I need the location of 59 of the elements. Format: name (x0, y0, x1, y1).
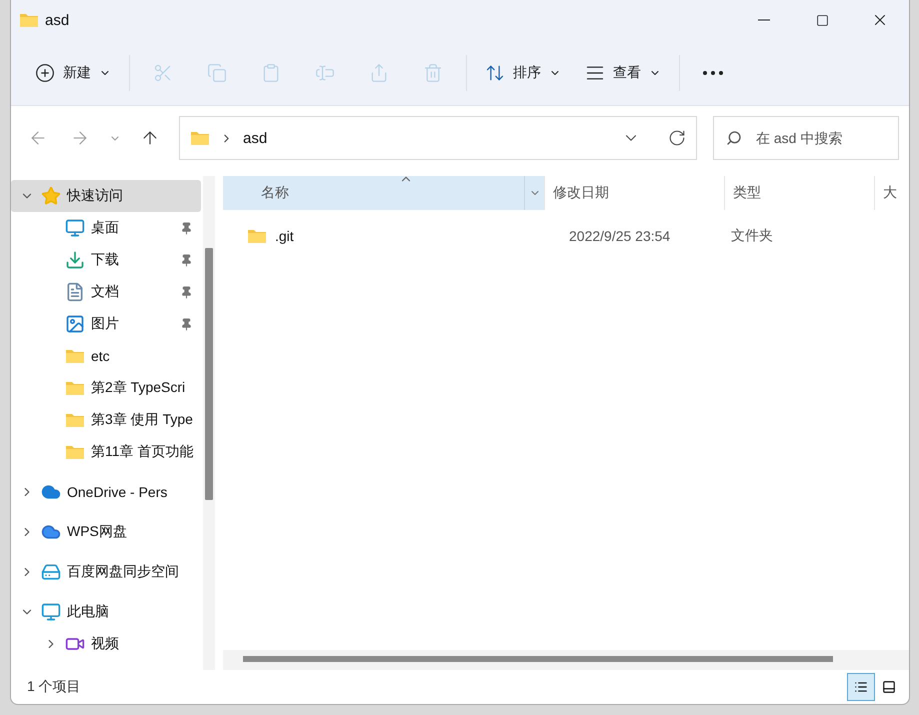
sidebar-item[interactable]: 百度网盘同步空间 (11, 556, 201, 588)
scissors-icon (153, 62, 173, 82)
computer-icon (41, 602, 61, 622)
folder-icon (190, 130, 210, 146)
maximize-icon (816, 14, 828, 26)
folder-icon (65, 348, 85, 364)
clipboard-icon (261, 62, 281, 82)
file-name[interactable]: .git (223, 228, 545, 244)
sidebar-item[interactable]: WPS网盘 (11, 516, 201, 548)
document-icon (65, 282, 85, 302)
new-button[interactable]: 新建 (25, 52, 121, 92)
sidebar-item[interactable]: etc (11, 340, 201, 372)
view-button[interactable]: 查看 (575, 52, 671, 92)
sidebar-item[interactable]: 文档 (11, 276, 201, 308)
sidebar-item[interactable]: 桌面 (11, 212, 201, 244)
sidebar-item[interactable]: 快速访问 (11, 180, 201, 212)
share-icon (369, 62, 389, 82)
column-header[interactable]: 类型 (725, 176, 875, 210)
download-icon (65, 250, 85, 270)
search-field[interactable]: 在 asd 中搜索 (713, 116, 899, 160)
scrollbar-thumb[interactable] (243, 656, 833, 662)
minimize-icon (758, 19, 770, 21)
plus-icon (35, 62, 55, 82)
column-header[interactable]: 大 (875, 176, 909, 210)
desktop-icon (65, 218, 85, 238)
folder-icon (247, 228, 267, 244)
folder-icon (19, 12, 39, 28)
sidebar-item[interactable]: 此电脑 (11, 596, 201, 628)
tiles-icon (882, 679, 896, 695)
file-type: 文件夹 (730, 227, 774, 245)
search-icon (726, 130, 742, 146)
window-title: asd (45, 12, 70, 28)
folder-icon (65, 412, 85, 428)
copy-icon (207, 62, 227, 82)
column-header[interactable]: 修改日期 (545, 176, 725, 210)
sidebar-item[interactable]: 图片 (11, 308, 201, 340)
item-count: 1 个项目 (27, 678, 82, 696)
folder-icon (65, 380, 85, 396)
details-view-button[interactable] (847, 673, 875, 701)
picture-icon (65, 314, 85, 334)
sidebar-item[interactable]: 第3章 使用 Type (11, 404, 201, 436)
drive-icon (41, 562, 61, 582)
address-bar[interactable]: asd (179, 116, 697, 160)
path-segment[interactable]: asd (243, 130, 612, 146)
more-icon (703, 70, 723, 74)
refresh-icon[interactable] (668, 129, 686, 147)
column-header[interactable]: 名称 (223, 176, 545, 210)
sidebar-item[interactable]: 视频 (11, 628, 201, 660)
sort-arrows-icon (485, 62, 505, 82)
sidebar-item[interactable]: 第2章 TypeScri (11, 372, 201, 404)
folder-icon (65, 444, 85, 460)
modified-date: 2022/9/25 23:54 (568, 228, 672, 244)
sort-button[interactable]: 排序 (475, 52, 571, 92)
trash-icon (423, 62, 443, 82)
sidebar-item[interactable]: 第11章 首页功能 (11, 436, 201, 468)
sidebar-item[interactable]: OneDrive - Pers (11, 476, 201, 508)
star-icon (41, 186, 61, 206)
scrollbar-thumb[interactable] (205, 248, 213, 500)
sidebar-item[interactable]: 下载 (11, 244, 201, 276)
